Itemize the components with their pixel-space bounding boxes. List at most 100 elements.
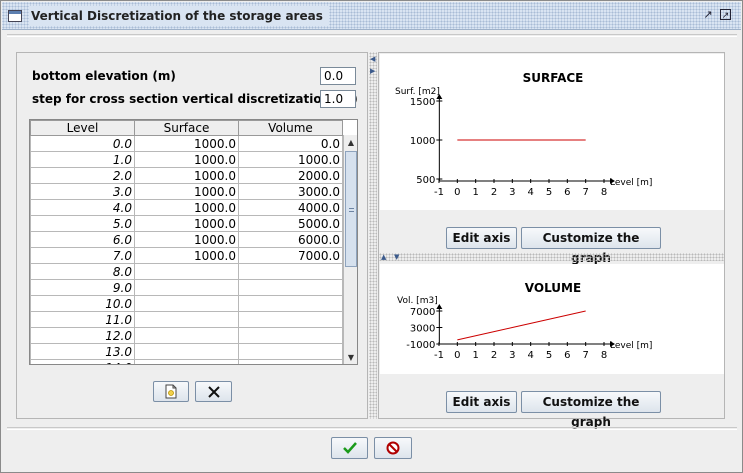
cell-surface[interactable] bbox=[134, 263, 239, 280]
title-bar[interactable]: Vertical Discretization of the storage a… bbox=[2, 2, 741, 30]
cell-level[interactable]: 2.0 bbox=[30, 167, 135, 184]
cell-surface[interactable] bbox=[134, 279, 239, 296]
table-header: Level Surface Volume bbox=[30, 120, 343, 136]
table-row[interactable]: 0.0 1000.0 0.0 bbox=[30, 135, 343, 152]
cell-volume[interactable]: 2000.0 bbox=[238, 167, 343, 184]
scrollbar-thumb[interactable] bbox=[345, 151, 357, 267]
x-tick-label: 5 bbox=[546, 187, 552, 198]
add-row-button[interactable] bbox=[153, 381, 189, 402]
cell-volume[interactable]: 7000.0 bbox=[238, 247, 343, 264]
ok-button[interactable] bbox=[331, 437, 368, 459]
x-tick-label: 2 bbox=[491, 350, 497, 361]
surface-customize-button[interactable]: Customize the graph bbox=[521, 227, 661, 265]
cell-level[interactable]: 5.0 bbox=[30, 215, 135, 232]
step-input[interactable] bbox=[320, 90, 356, 108]
horizontal-splitter[interactable]: ▲ ▼ bbox=[379, 253, 724, 261]
y-tick-label: 7000 bbox=[410, 307, 435, 318]
cell-surface[interactable]: 1000.0 bbox=[134, 151, 239, 168]
cell-volume[interactable] bbox=[238, 343, 343, 360]
cell-surface[interactable] bbox=[134, 327, 239, 344]
scroll-up-icon[interactable]: ▲ bbox=[346, 138, 356, 148]
cell-surface[interactable] bbox=[134, 359, 239, 364]
cell-surface[interactable]: 1000.0 bbox=[134, 247, 239, 264]
vertical-splitter[interactable]: ◀ ▶ bbox=[369, 52, 377, 419]
cell-surface[interactable] bbox=[134, 295, 239, 312]
table-row[interactable]: 9.0 bbox=[30, 279, 343, 296]
step-label: step for cross section vertical discreti… bbox=[32, 92, 358, 106]
volume-customize-button[interactable]: Customize the graph bbox=[521, 391, 661, 429]
table-row[interactable]: 13.0 bbox=[30, 343, 343, 360]
bottom-elevation-input[interactable] bbox=[320, 67, 356, 85]
collapse-down-icon[interactable]: ▼ bbox=[394, 253, 399, 261]
delete-row-button[interactable] bbox=[195, 381, 232, 402]
x-tick-label: 4 bbox=[527, 350, 533, 361]
levels-table[interactable]: Level Surface Volume 0.0 1000.0 0.0 1.0 1000… bbox=[29, 119, 358, 365]
x-tick-label: 6 bbox=[564, 187, 570, 198]
table-row[interactable]: 3.0 1000.0 3000.0 bbox=[30, 183, 343, 200]
column-header-surface[interactable]: Surface bbox=[134, 120, 239, 136]
volume-edit-axis-button[interactable]: Edit axis bbox=[446, 391, 517, 413]
cell-level[interactable]: 6.0 bbox=[30, 231, 135, 248]
cell-volume[interactable]: 5000.0 bbox=[238, 215, 343, 232]
cell-level[interactable]: 4.0 bbox=[30, 199, 135, 216]
table-scrollbar[interactable]: ▲ ▼ bbox=[343, 135, 357, 364]
x-tick-label: 0 bbox=[454, 350, 460, 361]
table-row[interactable]: 8.0 bbox=[30, 263, 343, 280]
cell-surface[interactable]: 1000.0 bbox=[134, 183, 239, 200]
cancel-button[interactable] bbox=[374, 437, 412, 459]
cell-level[interactable]: 1.0 bbox=[30, 151, 135, 168]
cell-volume[interactable] bbox=[238, 295, 343, 312]
window-icon bbox=[8, 10, 22, 22]
column-header-level[interactable]: Level bbox=[30, 120, 135, 136]
cell-volume[interactable]: 1000.0 bbox=[238, 151, 343, 168]
graphs-panel: SURFACE Surf. [m2] Level [m] -1 0 1 2 3 4 5 6 7 8… bbox=[378, 52, 725, 429]
scroll-down-icon[interactable]: ▼ bbox=[346, 353, 356, 363]
cell-surface[interactable]: 1000.0 bbox=[134, 167, 239, 184]
cell-volume[interactable] bbox=[238, 263, 343, 280]
cell-level[interactable]: 8.0 bbox=[30, 263, 135, 280]
cell-level[interactable]: 10.0 bbox=[30, 295, 135, 312]
cell-level[interactable]: 13.0 bbox=[30, 343, 135, 360]
cell-surface[interactable] bbox=[134, 343, 239, 360]
table-row[interactable]: 11.0 bbox=[30, 311, 343, 328]
cell-volume[interactable] bbox=[238, 359, 343, 364]
cell-level[interactable]: 11.0 bbox=[30, 311, 135, 328]
cell-level[interactable]: 3.0 bbox=[30, 183, 135, 200]
table-row[interactable]: 6.0 1000.0 6000.0 bbox=[30, 231, 343, 248]
cell-volume[interactable] bbox=[238, 311, 343, 328]
collapse-left-icon[interactable]: ◀ bbox=[370, 55, 375, 63]
cell-level[interactable]: 9.0 bbox=[30, 279, 135, 296]
cell-volume[interactable] bbox=[238, 279, 343, 296]
x-tick-label: 1 bbox=[472, 350, 478, 361]
table-row[interactable]: 5.0 1000.0 5000.0 bbox=[30, 215, 343, 232]
table-row[interactable]: 10.0 bbox=[30, 295, 343, 312]
cell-surface[interactable]: 1000.0 bbox=[134, 215, 239, 232]
cell-surface[interactable]: 1000.0 bbox=[134, 231, 239, 248]
table-row[interactable]: 1.0 1000.0 1000.0 bbox=[30, 151, 343, 168]
column-header-volume[interactable]: Volume bbox=[238, 120, 343, 136]
cell-level[interactable]: 12.0 bbox=[30, 327, 135, 344]
surface-edit-axis-button[interactable]: Edit axis bbox=[446, 227, 517, 249]
cell-surface[interactable] bbox=[134, 311, 239, 328]
cell-level[interactable]: 14.0 bbox=[30, 359, 135, 364]
collapse-up-icon[interactable]: ▲ bbox=[381, 253, 386, 261]
table-row[interactable]: 4.0 1000.0 4000.0 bbox=[30, 199, 343, 216]
cell-volume[interactable]: 6000.0 bbox=[238, 231, 343, 248]
table-row[interactable]: 12.0 bbox=[30, 327, 343, 344]
cell-level[interactable]: 7.0 bbox=[30, 247, 135, 264]
y-axis-label: Vol. [m3] bbox=[397, 296, 438, 306]
collapse-right-icon[interactable]: ▶ bbox=[370, 67, 375, 75]
cell-surface[interactable]: 1000.0 bbox=[134, 135, 239, 152]
cell-surface[interactable]: 1000.0 bbox=[134, 199, 239, 216]
cell-volume[interactable]: 0.0 bbox=[238, 135, 343, 152]
cell-level[interactable]: 0.0 bbox=[30, 135, 135, 152]
table-row[interactable]: 7.0 1000.0 7000.0 bbox=[30, 247, 343, 264]
table-row[interactable]: 14.0 bbox=[30, 359, 343, 364]
restore-icon[interactable]: ↗ bbox=[702, 9, 714, 21]
maximize-icon[interactable]: ↗ bbox=[720, 9, 731, 21]
table-row[interactable]: 2.0 1000.0 2000.0 bbox=[30, 167, 343, 184]
x-tick-label: 3 bbox=[509, 187, 515, 198]
cell-volume[interactable]: 4000.0 bbox=[238, 199, 343, 216]
cell-volume[interactable]: 3000.0 bbox=[238, 183, 343, 200]
cell-volume[interactable] bbox=[238, 327, 343, 344]
